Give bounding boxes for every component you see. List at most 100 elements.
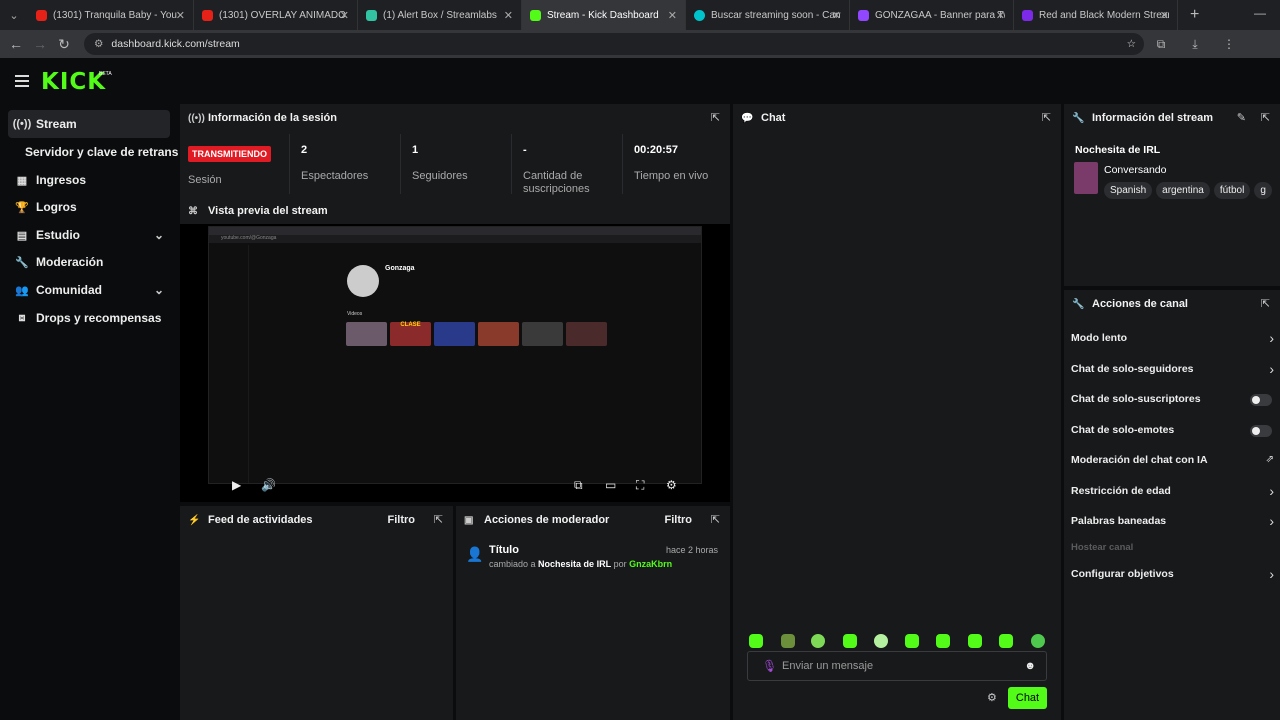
stream-preview-player[interactable]: youtube.com/@Gonzaga Gonzaga Videos CLAS…	[180, 224, 730, 502]
pip-icon[interactable]: ⧉	[574, 478, 583, 493]
emotes-only-toggle[interactable]	[1250, 425, 1272, 437]
volume-icon[interactable]: 🔊	[261, 478, 276, 492]
sidebar-item-estudio[interactable]: ▤ Estudio ⌄	[8, 221, 170, 249]
play-icon[interactable]: ▶	[232, 478, 241, 492]
sidebar-item-label: Stream	[36, 117, 77, 131]
subscribers-only-toggle[interactable]	[1250, 394, 1272, 406]
popout-icon[interactable]: ⇱	[434, 513, 443, 526]
close-icon[interactable]: ✕	[176, 9, 185, 22]
browser-tab[interactable]: GONZAGAA - Banner para Twi ✕	[850, 0, 1014, 30]
stat-viewers: 2 Espectadores	[289, 134, 399, 194]
edit-pencil-icon[interactable]: ✎	[1237, 111, 1246, 124]
more-menu-icon[interactable]: ⋮	[1212, 37, 1246, 51]
filter-button[interactable]: Filtro	[665, 514, 693, 526]
emote-icon[interactable]	[1031, 634, 1045, 648]
chevron-right-icon: ›	[1269, 513, 1274, 529]
action-slow-mode[interactable]: Modo lento ›	[1064, 330, 1280, 346]
action-label: Palabras baneadas	[1071, 515, 1167, 527]
action-label: Chat de solo-seguidores	[1071, 363, 1194, 375]
emote-icon[interactable]	[749, 634, 763, 648]
popout-icon[interactable]: ⇱	[1261, 297, 1270, 310]
popout-icon[interactable]: ⇱	[711, 111, 720, 124]
theater-icon[interactable]: ▭	[605, 478, 616, 492]
close-icon[interactable]: ✕	[832, 9, 841, 22]
panel-title: Información de la sesión	[208, 112, 337, 124]
action-ai-moderation[interactable]: Moderación del chat con IA ⇗	[1064, 454, 1280, 468]
close-icon[interactable]: ✕	[1160, 9, 1169, 22]
filter-button[interactable]: Filtro	[388, 514, 416, 526]
broadcast-icon: ((•))	[188, 112, 205, 124]
close-icon[interactable]: ✕	[340, 9, 349, 22]
panel-header: ((•)) Información de la sesión	[180, 104, 730, 132]
url-field[interactable]: ⚙ dashboard.kick.com/stream ☆	[84, 33, 1144, 55]
sidebar-item-label: Moderación	[36, 255, 104, 269]
forward-icon[interactable]: →	[28, 36, 52, 52]
menu-icon[interactable]	[15, 75, 29, 90]
fullscreen-icon[interactable]: ⛶	[636, 478, 644, 493]
browser-tab-active[interactable]: Stream - Kick Dashboard ✕	[522, 0, 686, 30]
download-icon[interactable]: ⤓	[1178, 37, 1212, 52]
emoji-icon[interactable]: ☻	[1024, 660, 1036, 672]
emote-icon[interactable]	[843, 634, 857, 648]
popout-icon[interactable]: ⇱	[1042, 111, 1051, 124]
drops-icon: ⧈	[18, 311, 26, 324]
site-info-icon[interactable]: ⚙	[94, 38, 103, 50]
action-followers-only[interactable]: Chat de solo-seguidores ›	[1064, 361, 1280, 377]
close-icon[interactable]: ✕	[504, 9, 513, 22]
chat-send-button[interactable]: Chat	[1008, 687, 1047, 709]
sidebar-item-stream[interactable]: ((•)) Stream	[8, 110, 170, 138]
sidebar-item-server-key[interactable]: Servidor y clave de retransm	[25, 138, 178, 166]
bookmark-star-icon[interactable]: ☆	[1127, 38, 1136, 50]
emote-icon[interactable]	[811, 634, 825, 648]
close-icon[interactable]: ✕	[668, 9, 677, 22]
entry-text: cambiado a Nochesita de IRL por GnzaKbrn	[489, 559, 672, 569]
new-tab-icon[interactable]: +	[1190, 6, 1199, 24]
tag-chip: Spanish	[1104, 182, 1153, 199]
popout-icon[interactable]: ⇱	[711, 513, 720, 526]
browser-tab[interactable]: (1301) OVERLAY ANIMADO GR ✕	[194, 0, 358, 30]
sidebar-item-moderacion[interactable]: 🔧 Moderación	[8, 248, 170, 276]
sidebar-item-label: Ingresos	[36, 173, 87, 187]
action-label: Hostear canal	[1071, 542, 1134, 553]
browser-tab[interactable]: Red and Black Modern Stream ✕	[1014, 0, 1178, 30]
back-icon[interactable]: ←	[4, 36, 28, 52]
emote-icon[interactable]	[936, 634, 950, 648]
sidebar-item-logros[interactable]: 🏆 Logros	[8, 193, 170, 221]
action-age-restriction[interactable]: Restricción de edad ›	[1064, 483, 1280, 499]
entry-title: Título	[489, 544, 519, 556]
emote-icon[interactable]	[968, 634, 982, 648]
sidebar-item-ingresos[interactable]: ▦ Ingresos	[8, 166, 170, 194]
sidebar-item-comunidad[interactable]: 👥 Comunidad ⌄	[8, 276, 170, 304]
emote-icon[interactable]	[999, 634, 1013, 648]
tab-title: Red and Black Modern Stream	[1039, 9, 1169, 21]
tag-chip: g	[1254, 182, 1272, 199]
sidebar: ((•)) Stream Servidor y clave de retrans…	[0, 104, 178, 720]
tab-title: Buscar streaming soon - Canva	[711, 9, 841, 21]
tab-search-icon[interactable]: ⌄	[0, 0, 28, 30]
extensions-icon[interactable]: ⧉	[1144, 37, 1178, 52]
microphone-icon[interactable]: 🎙	[762, 659, 777, 673]
channel-actions-panel: 🔧 Acciones de canal ⇱ Modo lento › Chat …	[1064, 290, 1280, 720]
browser-tab[interactable]: (1) Alert Box / Streamlabs ✕	[358, 0, 522, 30]
reload-icon[interactable]: ↻	[52, 36, 76, 53]
kick-logo[interactable]: KICK	[41, 69, 106, 95]
popout-icon[interactable]: ⇱	[1261, 111, 1270, 124]
browser-tab[interactable]: (1301) Tranquila Baby - You ✕	[28, 0, 194, 30]
action-banned-words[interactable]: Palabras baneadas ›	[1064, 513, 1280, 529]
chevron-right-icon: ›	[1269, 330, 1274, 346]
action-configure-goals[interactable]: Configurar objetivos ›	[1064, 566, 1280, 582]
emote-icon[interactable]	[781, 634, 795, 648]
minimize-icon[interactable]: —	[1254, 6, 1266, 20]
browser-tab[interactable]: Buscar streaming soon - Canva ✕	[686, 0, 850, 30]
close-icon[interactable]: ✕	[996, 9, 1005, 22]
chat-message-input[interactable]: 🎙 Enviar un mensaje ☻	[747, 651, 1047, 681]
stream-title: Nochesita de IRL	[1075, 144, 1161, 156]
action-host-channel: Hostear canal	[1064, 542, 1280, 556]
emote-icon[interactable]	[874, 634, 888, 648]
entry-user-link[interactable]: GnzaKbrn	[629, 559, 672, 569]
chat-settings-icon[interactable]: ⚙	[987, 691, 997, 704]
settings-gear-icon[interactable]: ⚙	[666, 478, 677, 492]
emote-icon[interactable]	[905, 634, 919, 648]
sidebar-item-drops[interactable]: ⧈ Drops y recompensas	[8, 304, 170, 332]
chat-icon: 💬	[741, 112, 754, 124]
